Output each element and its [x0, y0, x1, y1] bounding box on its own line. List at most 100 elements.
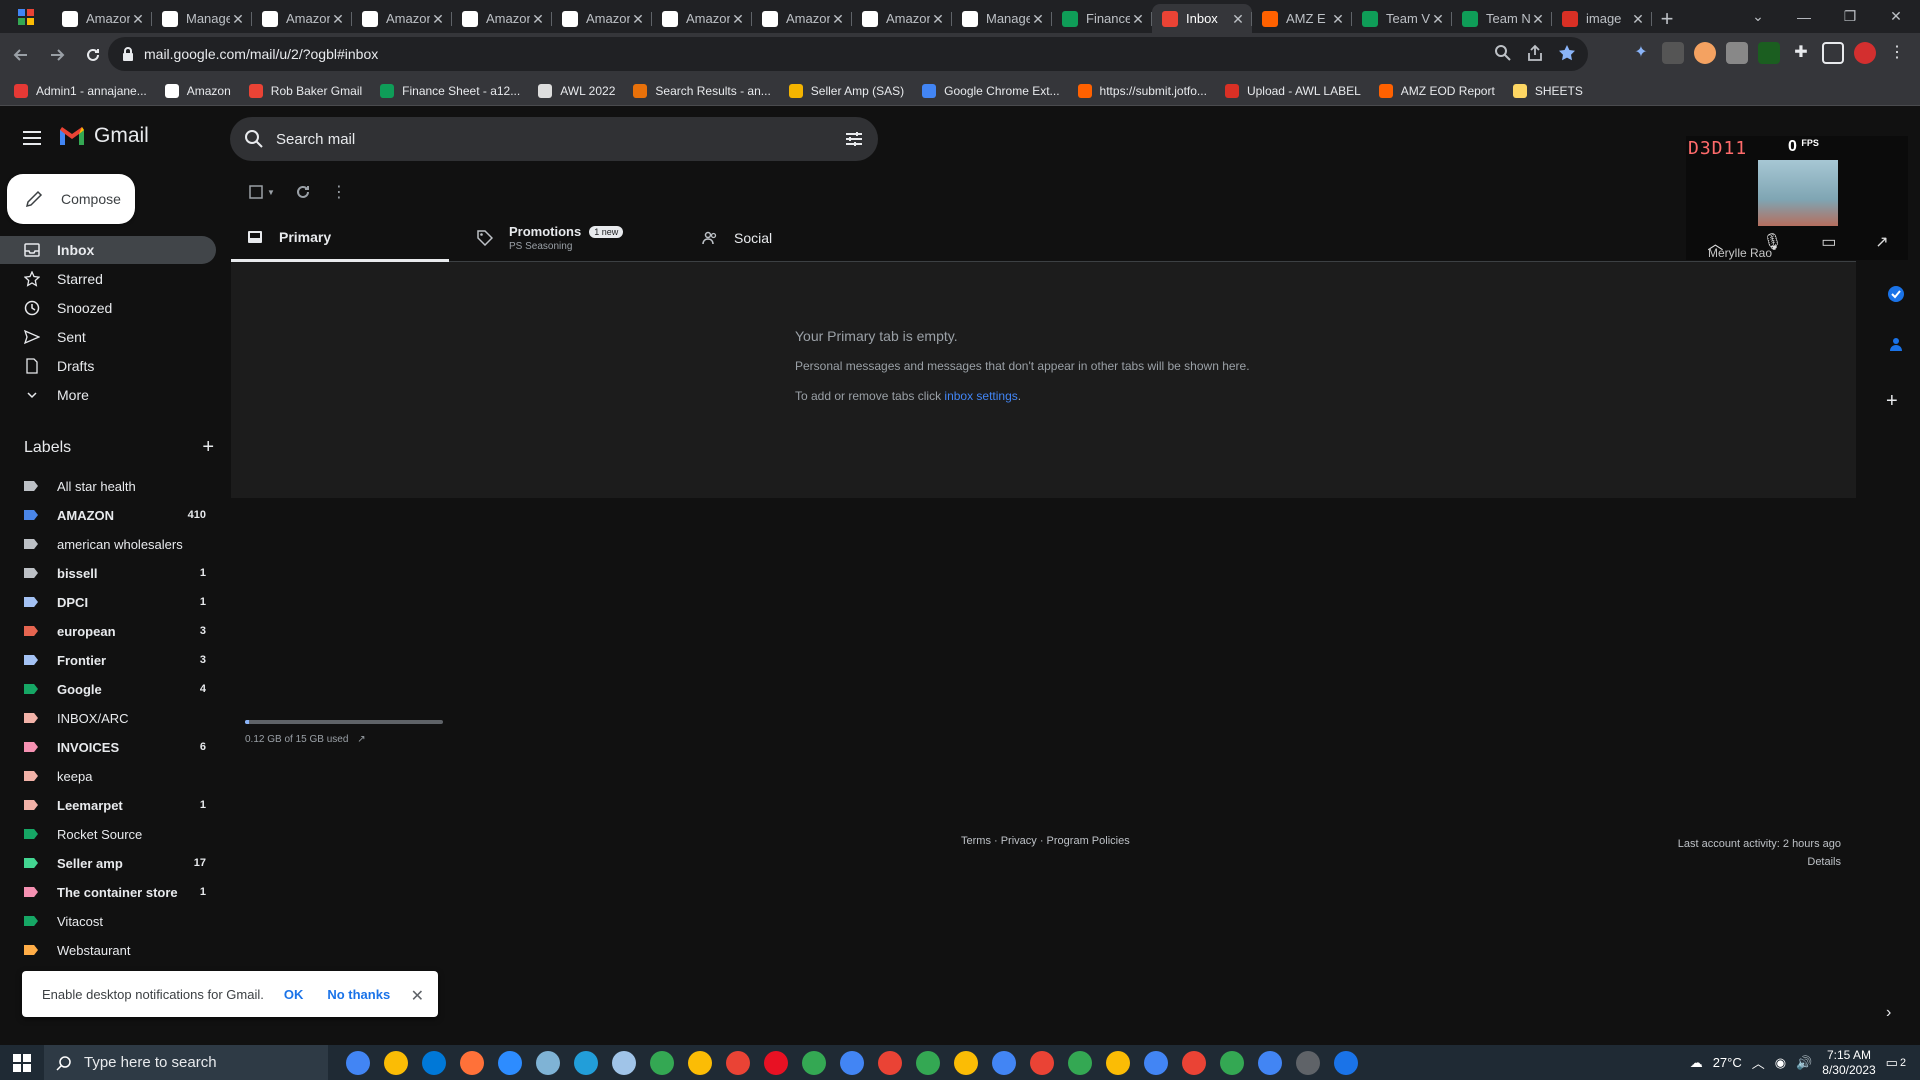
bookmark-item[interactable]: Admin1 - annajane... [14, 83, 147, 98]
taskbar-app-icon[interactable] [916, 1050, 940, 1075]
notification-no-thanks-button[interactable]: No thanks [327, 987, 390, 1002]
tab-close-icon[interactable]: ✕ [1530, 11, 1546, 27]
bookmark-item[interactable]: Upload - AWL LABEL [1224, 83, 1361, 98]
label-item[interactable]: Frontier 3 [0, 646, 216, 674]
browser-tab[interactable]: Amazon ✕ [652, 4, 752, 33]
taskbar-app-icon[interactable] [1334, 1050, 1358, 1075]
tab-social[interactable]: Social [686, 214, 896, 262]
taskbar-app-icon[interactable] [764, 1050, 788, 1075]
taskbar-app-icon[interactable] [422, 1050, 446, 1075]
taskbar-app-icon[interactable] [1030, 1050, 1054, 1075]
label-item[interactable]: All star health [0, 472, 216, 500]
extensions-puzzle-icon[interactable]: ✚ [1790, 42, 1812, 64]
taskbar-app-icon[interactable] [878, 1050, 902, 1075]
extension-circle-icon[interactable] [1694, 42, 1716, 64]
taskbar-app-icon[interactable] [498, 1050, 522, 1075]
taskbar-app-icon[interactable] [802, 1050, 826, 1075]
browser-tab[interactable]: Amazon ✕ [252, 4, 352, 33]
compose-button[interactable]: Compose [7, 174, 135, 224]
label-item[interactable]: keepa [0, 762, 216, 790]
main-menu-icon[interactable] [20, 126, 44, 150]
label-item[interactable]: INBOX/ARC [0, 704, 216, 732]
temperature[interactable]: 27°C [1713, 1055, 1742, 1070]
label-item[interactable]: Seller amp 17 [0, 849, 216, 877]
nav-item-starred[interactable]: Starred [0, 265, 216, 293]
camera-off-icon[interactable]: ▭ [1821, 232, 1836, 252]
search-icon[interactable] [244, 129, 264, 149]
bookmark-item[interactable]: Finance Sheet - a12... [380, 83, 520, 98]
browser-tab[interactable]: Team N ✕ [1452, 4, 1552, 33]
restore-button[interactable]: ❐ [1828, 0, 1872, 33]
select-dropdown-icon[interactable]: ▼ [267, 188, 275, 197]
contacts-icon[interactable] [1886, 334, 1906, 354]
search-options-icon[interactable] [844, 129, 864, 149]
notification-ok-button[interactable]: OK [284, 987, 304, 1002]
bookmark-item[interactable]: https://submit.jotfo... [1077, 83, 1207, 98]
tasks-icon[interactable] [1886, 284, 1906, 304]
taskbar-app-icon[interactable] [612, 1050, 636, 1075]
taskbar-app-icon[interactable] [992, 1050, 1016, 1075]
windows-start-icon[interactable] [0, 1045, 44, 1080]
tab-close-icon[interactable]: ✕ [1630, 11, 1646, 27]
extension-diamond-icon[interactable]: ✦ [1630, 42, 1652, 64]
taskbar-app-icon[interactable] [726, 1050, 750, 1075]
taskbar-app-icon[interactable] [954, 1050, 978, 1075]
browser-tab[interactable]: Amazon ✕ [852, 4, 952, 33]
label-item[interactable]: Rocket Source [0, 820, 216, 848]
bookmark-item[interactable]: Amazon [164, 83, 231, 98]
lock-icon[interactable] [122, 47, 134, 61]
label-item[interactable]: Webstaurant [0, 936, 216, 964]
minimize-button[interactable]: — [1782, 0, 1826, 33]
taskbar-app-icon[interactable] [1068, 1050, 1092, 1075]
clock[interactable]: 7:15 AM 8/30/2023 [1822, 1048, 1875, 1078]
nav-item-drafts[interactable]: Drafts [0, 352, 216, 380]
tray-overflow-icon[interactable]: ︿ [1752, 1053, 1765, 1072]
footer-links[interactable]: Terms · Privacy · Program Policies [961, 835, 1130, 847]
browser-tab[interactable]: Amazon ✕ [452, 4, 552, 33]
tab-close-icon[interactable]: ✕ [930, 11, 946, 27]
taskbar-app-icon[interactable] [1182, 1050, 1206, 1075]
tab-close-icon[interactable]: ✕ [1430, 11, 1446, 27]
bookmark-item[interactable]: Google Chrome Ext... [922, 83, 1060, 98]
tab-search-chevron-icon[interactable]: ⌄ [1736, 0, 1780, 33]
browser-tab[interactable]: Finance ✕ [1052, 4, 1152, 33]
label-item[interactable]: AMAZON 410 [0, 501, 216, 529]
bookmark-item[interactable]: Search Results - an... [633, 83, 771, 98]
expand-panel-icon[interactable]: › [1886, 1004, 1906, 1024]
refresh-icon[interactable] [295, 184, 311, 200]
gmail-logo[interactable]: Gmail [58, 124, 149, 148]
details-link[interactable]: Details [1678, 853, 1841, 871]
forward-button[interactable] [42, 40, 72, 70]
extension-chart-icon[interactable] [1726, 42, 1748, 64]
address-bar[interactable]: mail.google.com/mail/u/2/?ogbl#inbox [108, 37, 1588, 71]
back-button[interactable] [6, 40, 36, 70]
taskbar-app-icon[interactable] [1144, 1050, 1168, 1075]
bookmark-item[interactable]: SHEETS [1512, 83, 1583, 98]
chrome-menu-icon[interactable]: ⋮ [1886, 42, 1908, 64]
popout-icon[interactable]: ↗ [1875, 232, 1888, 252]
tab-promotions[interactable]: Promotions 1 new PS Seasoning [461, 214, 681, 262]
taskbar-app-icon[interactable] [1296, 1050, 1320, 1075]
label-item[interactable]: The container store 1 [0, 878, 216, 906]
taskbar-app-icon[interactable] [1220, 1050, 1244, 1075]
label-item[interactable]: INVOICES 6 [0, 733, 216, 761]
browser-tab[interactable]: Amazon ✕ [752, 4, 852, 33]
tab-primary[interactable]: Primary [231, 214, 449, 262]
label-item[interactable]: american wholesalers [0, 530, 216, 558]
taskbar-app-icon[interactable] [840, 1050, 864, 1075]
label-item[interactable]: Leemarpet 1 [0, 791, 216, 819]
taskbar-app-icon[interactable] [688, 1050, 712, 1075]
browser-tab[interactable]: Amazon ✕ [552, 4, 652, 33]
weather-icon[interactable]: ☁ [1690, 1055, 1703, 1071]
taskbar-app-icon[interactable] [384, 1050, 408, 1075]
notification-center-icon[interactable]: ▭ 2 [1886, 1055, 1906, 1071]
browser-tab[interactable]: Manage ✕ [952, 4, 1052, 33]
tab-close-icon[interactable]: ✕ [730, 11, 746, 27]
taskbar-app-icon[interactable] [1258, 1050, 1282, 1075]
volume-icon[interactable]: 🔊 [1796, 1055, 1812, 1071]
profile-avatar[interactable] [1854, 42, 1876, 64]
tab-close-icon[interactable]: ✕ [630, 11, 646, 27]
tab-close-icon[interactable]: ✕ [530, 11, 546, 27]
search-bar[interactable] [230, 117, 878, 161]
nav-item-snoozed[interactable]: Snoozed [0, 294, 216, 322]
